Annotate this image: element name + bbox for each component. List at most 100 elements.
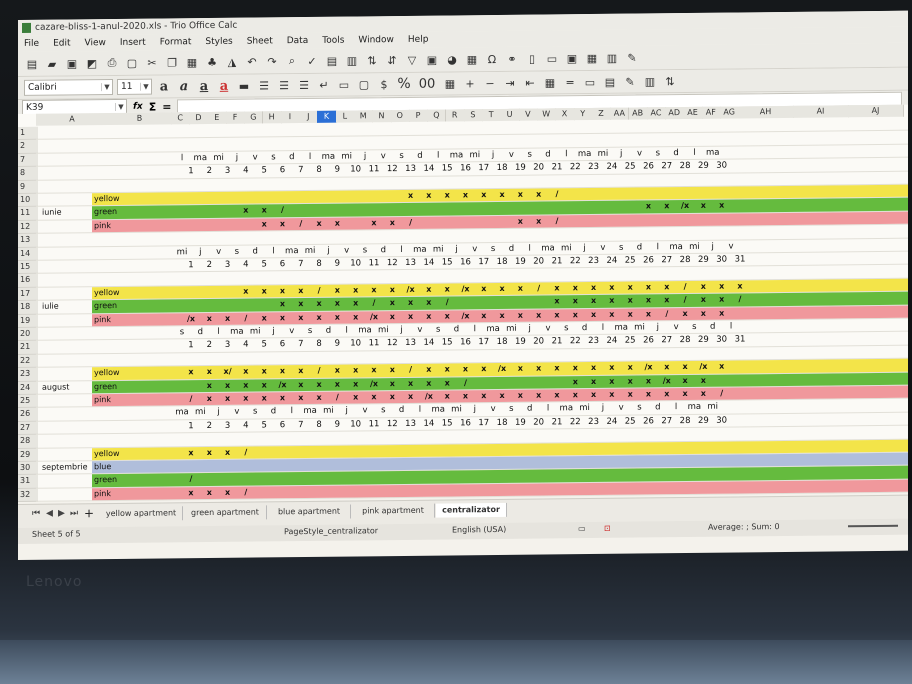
special-character-icon[interactable]: Ω — [484, 51, 500, 67]
indent-icon[interactable]: ⇥ — [502, 75, 518, 91]
booking-mark[interactable]: x — [694, 295, 712, 304]
booking-mark[interactable]: x — [328, 285, 346, 294]
booking-mark[interactable]: x — [200, 394, 218, 403]
menu-format[interactable]: Format — [160, 37, 192, 47]
booking-mark[interactable]: x — [585, 390, 603, 399]
booking-mark[interactable]: / — [548, 189, 566, 198]
redo-icon[interactable]: ↷ — [264, 53, 280, 69]
column-header-b[interactable]: B — [108, 112, 172, 126]
booking-mark[interactable]: /x — [676, 201, 694, 210]
open-icon[interactable]: ▰ — [44, 56, 60, 72]
booking-mark[interactable]: / — [530, 283, 548, 292]
row-header-17[interactable]: 17 — [18, 287, 38, 302]
booking-mark[interactable]: x — [365, 285, 383, 294]
booking-mark[interactable]: x — [255, 380, 273, 389]
booking-mark[interactable]: x — [402, 378, 420, 387]
booking-mark[interactable]: x — [694, 308, 712, 317]
booking-mark[interactable]: x — [511, 364, 529, 373]
sort-asc-icon[interactable]: ⇅ — [364, 52, 380, 68]
booking-mark[interactable]: x — [530, 189, 548, 199]
comment-icon[interactable]: ▯ — [524, 51, 540, 67]
booking-mark[interactable]: x — [383, 285, 401, 294]
sheet-tab-pink-apartment[interactable]: pink apartment — [352, 503, 435, 519]
zoom-slider[interactable] — [848, 524, 898, 528]
booking-mark[interactable]: x — [182, 367, 200, 376]
background-color-icon[interactable]: ▤ — [602, 74, 618, 90]
booking-mark[interactable]: x — [347, 366, 365, 375]
booking-mark[interactable]: x — [530, 364, 548, 373]
row-header-26[interactable]: 26 — [18, 408, 38, 422]
booking-mark[interactable]: x — [383, 312, 401, 321]
row-header-20[interactable]: 20 — [18, 327, 38, 342]
booking-mark[interactable]: x — [292, 299, 310, 308]
booking-mark[interactable]: x — [182, 488, 200, 497]
booking-mark[interactable]: x — [200, 447, 218, 457]
column-header-z[interactable]: Z — [591, 107, 612, 120]
booking-mark[interactable]: x — [548, 310, 566, 319]
booking-mark[interactable]: x — [310, 312, 328, 321]
menu-sheet[interactable]: Sheet — [247, 36, 273, 46]
booking-mark[interactable]: x — [493, 190, 511, 199]
column-header-d[interactable]: D — [189, 112, 209, 125]
menu-window[interactable]: Window — [358, 35, 394, 45]
column-header-h[interactable]: H — [262, 111, 282, 124]
column-header-n[interactable]: N — [372, 110, 392, 123]
chevron-down-icon[interactable]: ▼ — [115, 102, 126, 111]
booking-mark[interactable]: / — [457, 378, 475, 387]
show-draw-icon[interactable]: ✎ — [624, 49, 640, 65]
column-header-o[interactable]: O — [390, 109, 410, 123]
save-icon[interactable]: ▣ — [64, 55, 80, 71]
cut-icon[interactable]: ✂ — [144, 55, 160, 71]
booking-mark[interactable]: x — [511, 216, 529, 226]
align-left-icon[interactable]: ☰ — [256, 77, 272, 93]
row-header-32[interactable]: 32 — [18, 488, 38, 503]
booking-mark[interactable]: x — [237, 367, 255, 376]
booking-mark[interactable]: x — [383, 379, 401, 388]
booking-mark[interactable]: x — [713, 281, 731, 290]
borders-icon[interactable]: ▦ — [542, 74, 558, 90]
booking-mark[interactable]: x — [383, 365, 401, 374]
booking-mark[interactable]: x — [530, 390, 548, 400]
booking-mark[interactable]: x — [603, 309, 621, 318]
booking-mark[interactable]: x — [713, 308, 731, 317]
hyperlink-icon[interactable]: ⚭ — [504, 51, 520, 67]
pivot-table-icon[interactable]: ▦ — [464, 51, 480, 67]
row-header-31[interactable]: 31 — [18, 475, 38, 489]
booking-mark[interactable]: /x — [694, 362, 712, 371]
booking-mark[interactable]: x/ — [219, 367, 237, 376]
currency-icon[interactable]: $ — [376, 76, 392, 92]
autofilter-icon[interactable]: ▽ — [404, 52, 420, 68]
booking-mark[interactable]: x — [457, 190, 475, 199]
booking-mark[interactable]: x — [585, 376, 603, 386]
booking-mark[interactable]: x — [713, 201, 731, 210]
sort-desc-icon[interactable]: ⇵ — [384, 52, 400, 68]
column-header-g[interactable]: G — [244, 111, 264, 124]
booking-mark[interactable]: x — [694, 282, 712, 291]
row-header-2[interactable]: 2 — [18, 140, 38, 154]
align-center-icon[interactable]: ☰ — [276, 77, 292, 93]
booking-mark[interactable]: x — [621, 296, 639, 305]
booking-mark[interactable]: x — [347, 312, 365, 321]
booking-mark[interactable]: x — [310, 379, 328, 388]
booking-mark[interactable]: x — [566, 390, 584, 399]
booking-mark[interactable]: / — [731, 295, 749, 304]
column-header-ai[interactable]: AI — [793, 105, 849, 118]
booking-mark[interactable]: x — [328, 366, 346, 375]
booking-mark[interactable]: / — [328, 393, 346, 402]
booking-mark[interactable]: x — [328, 312, 346, 321]
booking-mark[interactable]: / — [292, 219, 310, 228]
align-right-icon[interactable]: ☰ — [296, 77, 312, 93]
add-decimal-icon[interactable]: + — [462, 75, 478, 91]
column-header-q[interactable]: Q — [427, 109, 447, 122]
print-preview-icon[interactable]: ▢ — [124, 55, 140, 71]
booking-mark[interactable]: x — [365, 392, 383, 401]
booking-mark[interactable]: x — [640, 376, 658, 385]
booking-mark[interactable]: x — [219, 313, 237, 322]
booking-mark[interactable]: / — [237, 313, 255, 322]
booking-mark[interactable]: x — [219, 380, 237, 389]
booking-mark[interactable]: x — [475, 190, 493, 199]
booking-mark[interactable]: x — [200, 380, 218, 390]
row-header-23[interactable]: 23 — [18, 367, 38, 382]
clear-format-icon[interactable]: ◮ — [224, 54, 240, 70]
booking-mark[interactable]: x — [255, 313, 273, 322]
